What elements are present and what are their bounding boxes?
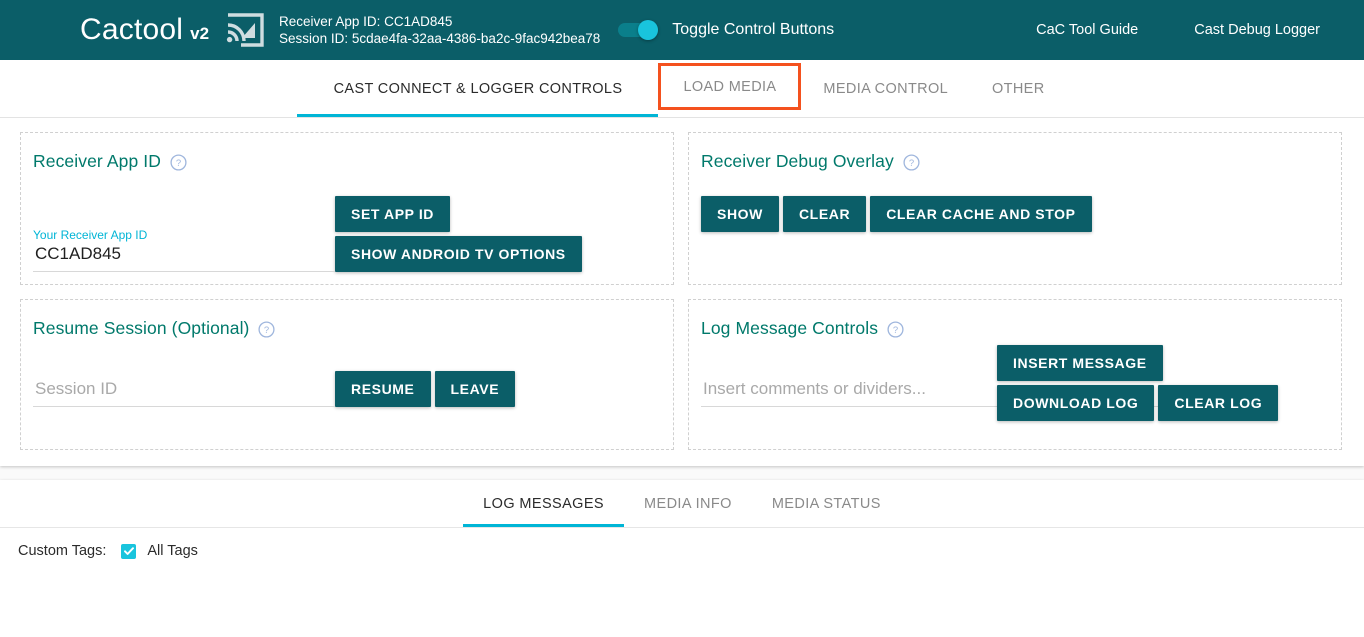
- help-circle-icon[interactable]: ?: [170, 154, 187, 171]
- tab-label: MEDIA CONTROL: [823, 81, 948, 97]
- clear-log-button[interactable]: CLEAR LOG: [1158, 385, 1278, 421]
- card-header: Receiver App ID ?: [33, 151, 661, 172]
- tab-log-messages[interactable]: LOG MESSAGES: [463, 480, 624, 527]
- resume-session-buttons: RESUME LEAVE: [335, 371, 515, 407]
- receiver-app-id-field-label: Your Receiver App ID: [33, 228, 335, 242]
- toggle-control-buttons-switch[interactable]: [618, 22, 658, 38]
- card-receiver-app-id: Receiver App ID ? Your Receiver App ID S…: [20, 132, 674, 285]
- card-title: Log Message Controls: [701, 318, 878, 339]
- tab-label: LOG MESSAGES: [483, 496, 604, 512]
- receiver-app-id-input[interactable]: [33, 244, 335, 272]
- card-header: Receiver Debug Overlay ?: [701, 151, 1329, 172]
- receiver-app-id-buttons: SET APP ID SHOW ANDROID TV OPTIONS: [335, 196, 661, 272]
- svg-text:?: ?: [893, 325, 898, 336]
- session-id-text: Session ID: 5cdae4fa-32aa-4386-ba2c-9fac…: [279, 30, 600, 47]
- card-body: Your Receiver App ID SET APP ID SHOW AND…: [33, 196, 661, 272]
- tab-label: MEDIA INFO: [644, 496, 732, 512]
- set-app-id-button[interactable]: SET APP ID: [335, 196, 450, 232]
- brand-version: v2: [190, 25, 209, 42]
- help-circle-icon[interactable]: ?: [258, 321, 275, 338]
- all-tags-label: All Tags: [147, 543, 198, 559]
- clear-cache-and-stop-button[interactable]: CLEAR CACHE AND STOP: [870, 196, 1091, 232]
- tab-media-info[interactable]: MEDIA INFO: [624, 480, 752, 527]
- help-circle-icon[interactable]: ?: [887, 321, 904, 338]
- brand: Cactool v2: [80, 15, 209, 45]
- custom-tags-row: Custom Tags: All Tags: [0, 528, 1364, 559]
- cast-icon: [225, 13, 265, 47]
- link-cac-tool-guide[interactable]: CaC Tool Guide: [1036, 22, 1138, 38]
- help-circle-icon[interactable]: ?: [903, 154, 920, 171]
- tab-load-media[interactable]: LOAD MEDIA: [658, 63, 801, 110]
- all-tags-checkbox[interactable]: [121, 544, 136, 559]
- card-header: Log Message Controls ?: [701, 318, 1329, 339]
- card-body: INSERT MESSAGE DOWNLOAD LOG CLEAR LOG: [701, 363, 1329, 407]
- resume-button[interactable]: RESUME: [335, 371, 431, 407]
- main-tabbar: CAST CONNECT & LOGGER CONTROLS LOAD MEDI…: [0, 60, 1364, 118]
- tab-label: CAST CONNECT & LOGGER CONTROLS: [334, 81, 623, 97]
- link-cast-debug-logger[interactable]: Cast Debug Logger: [1194, 22, 1320, 38]
- card-title: Receiver Debug Overlay: [701, 151, 894, 172]
- toggle-control-buttons-group[interactable]: Toggle Control Buttons: [618, 21, 834, 39]
- tab-cast-connect-logger-controls[interactable]: CAST CONNECT & LOGGER CONTROLS: [297, 60, 658, 117]
- controls-panel: Receiver App ID ? Your Receiver App ID S…: [0, 118, 1364, 466]
- tab-label: MEDIA STATUS: [772, 496, 881, 512]
- app-header: Cactool v2 Receiver App ID: CC1AD845 Ses…: [0, 0, 1364, 60]
- card-header: Resume Session (Optional) ?: [33, 318, 661, 339]
- svg-text:?: ?: [176, 158, 181, 169]
- custom-tags-label: Custom Tags:: [18, 543, 106, 559]
- log-panel: LOG MESSAGES MEDIA INFO MEDIA STATUS Cus…: [0, 480, 1364, 637]
- toggle-control-buttons-label: Toggle Control Buttons: [672, 21, 834, 39]
- card-title: Receiver App ID: [33, 151, 161, 172]
- cards-grid: Receiver App ID ? Your Receiver App ID S…: [20, 132, 1344, 450]
- card-receiver-debug-overlay: Receiver Debug Overlay ? SHOW CLEAR CLEA…: [688, 132, 1342, 285]
- tab-media-control[interactable]: MEDIA CONTROL: [801, 60, 970, 117]
- card-log-message-controls: Log Message Controls ? INSERT MESSAGE DO…: [688, 299, 1342, 450]
- receiver-app-id-field-wrap: Your Receiver App ID: [33, 228, 335, 272]
- header-links: CaC Tool Guide Cast Debug Logger: [980, 0, 1320, 60]
- switch-knob: [638, 20, 658, 40]
- log-message-controls-buttons: INSERT MESSAGE DOWNLOAD LOG CLEAR LOG: [997, 345, 1297, 421]
- receiver-debug-overlay-buttons: SHOW CLEAR CLEAR CACHE AND STOP: [701, 196, 1092, 232]
- download-log-button[interactable]: DOWNLOAD LOG: [997, 385, 1154, 421]
- leave-button[interactable]: LEAVE: [435, 371, 516, 407]
- show-button[interactable]: SHOW: [701, 196, 779, 232]
- session-info: Receiver App ID: CC1AD845 Session ID: 5c…: [279, 13, 600, 47]
- tab-other[interactable]: OTHER: [970, 60, 1067, 117]
- card-body: RESUME LEAVE: [33, 363, 661, 407]
- session-id-input[interactable]: [33, 379, 335, 407]
- brand-name: Cactool: [80, 15, 183, 45]
- insert-message-button[interactable]: INSERT MESSAGE: [997, 345, 1163, 381]
- log-tabbar: LOG MESSAGES MEDIA INFO MEDIA STATUS: [0, 480, 1364, 528]
- show-android-tv-options-button[interactable]: SHOW ANDROID TV OPTIONS: [335, 236, 582, 272]
- tab-label: LOAD MEDIA: [683, 79, 776, 95]
- clear-button[interactable]: CLEAR: [783, 196, 866, 232]
- card-title: Resume Session (Optional): [33, 318, 249, 339]
- receiver-app-id-text: Receiver App ID: CC1AD845: [279, 13, 600, 30]
- svg-text:?: ?: [909, 158, 914, 169]
- tab-media-status[interactable]: MEDIA STATUS: [752, 480, 901, 527]
- tab-label: OTHER: [992, 81, 1045, 97]
- svg-text:?: ?: [264, 325, 269, 336]
- card-resume-session: Resume Session (Optional) ? RESUME LEAVE: [20, 299, 674, 450]
- card-body: SHOW CLEAR CLEAR CACHE AND STOP: [701, 196, 1329, 232]
- session-id-field-wrap: [33, 363, 335, 407]
